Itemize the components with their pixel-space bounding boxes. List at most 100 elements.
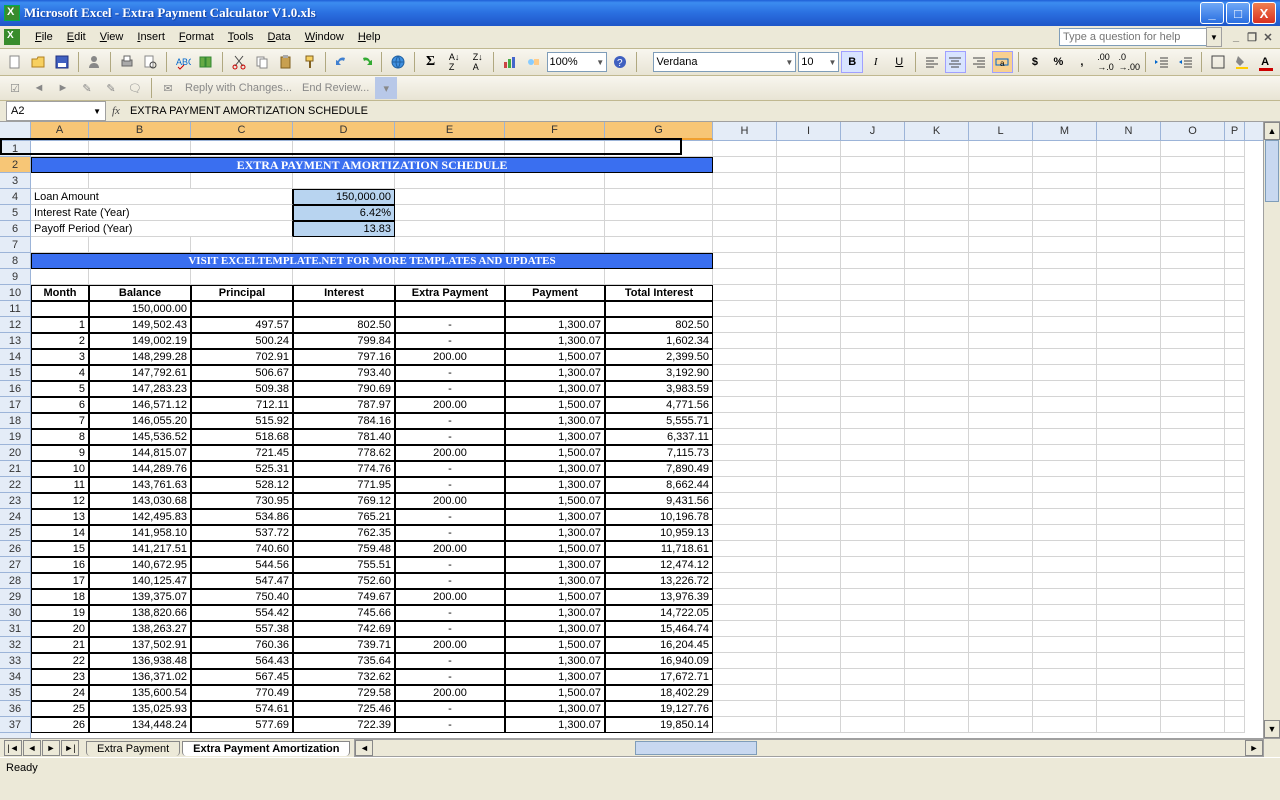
menu-insert[interactable]: Insert: [130, 29, 172, 45]
undo-button[interactable]: [331, 51, 353, 73]
fx-icon[interactable]: fx: [106, 105, 126, 117]
print-preview-button[interactable]: [140, 51, 162, 73]
menu-format[interactable]: Format: [172, 29, 221, 45]
open-button[interactable]: [28, 51, 50, 73]
hscroll-thumb[interactable]: [635, 741, 757, 755]
end-review-button[interactable]: End Review...: [298, 82, 373, 94]
column-headers[interactable]: ABCDEFGHIJKLMNOP: [31, 122, 1263, 141]
menu-view[interactable]: View: [93, 29, 131, 45]
borders-button[interactable]: [1207, 51, 1229, 73]
name-box[interactable]: A2▼: [6, 101, 106, 121]
bold-button[interactable]: B: [841, 51, 863, 73]
increase-indent-button[interactable]: [1175, 51, 1197, 73]
currency-button[interactable]: $: [1024, 51, 1046, 73]
status-bar: Ready: [0, 757, 1280, 778]
decrease-indent-button[interactable]: [1151, 51, 1173, 73]
sheet-tab-amortization[interactable]: Extra Payment Amortization: [182, 741, 350, 756]
align-left-button[interactable]: [921, 51, 943, 73]
new-button[interactable]: [4, 51, 26, 73]
doc-icon[interactable]: [4, 29, 20, 45]
font-color-button[interactable]: A: [1254, 51, 1276, 73]
help-button[interactable]: ?: [609, 51, 631, 73]
send-mail-button[interactable]: ✉: [157, 77, 179, 99]
cut-button[interactable]: [228, 51, 250, 73]
zoom-combo[interactable]: 100%▼: [547, 52, 608, 72]
menu-window[interactable]: Window: [298, 29, 351, 45]
select-all-corner[interactable]: [0, 122, 31, 141]
redo-button[interactable]: [355, 51, 377, 73]
help-dropdown-icon[interactable]: ▼: [1206, 27, 1222, 47]
reviewing-toolbar: ☑ ◄ ► ✎ ✎ 🗨 ✉ Reply with Changes... End …: [0, 76, 1280, 101]
research-button[interactable]: [196, 51, 218, 73]
menu-file[interactable]: File: [28, 29, 60, 45]
paste-button[interactable]: [275, 51, 297, 73]
scroll-right-button[interactable]: ►: [1245, 740, 1263, 756]
vertical-scrollbar[interactable]: ▲ ▼: [1263, 122, 1280, 738]
increase-decimal-button[interactable]: .00→.0: [1095, 51, 1117, 73]
window-close-button[interactable]: X: [1252, 2, 1276, 24]
save-button[interactable]: [51, 51, 73, 73]
reply-changes-button[interactable]: Reply with Changes...: [181, 82, 296, 94]
print-button[interactable]: [116, 51, 138, 73]
tab-nav-last-button[interactable]: ►|: [61, 740, 79, 756]
decrease-decimal-button[interactable]: .0→.00: [1118, 51, 1140, 73]
autosum-button[interactable]: Σ: [420, 51, 442, 73]
drawing-button[interactable]: [523, 51, 545, 73]
window-minimize-button[interactable]: _: [1200, 2, 1224, 24]
permission-button[interactable]: [84, 51, 106, 73]
align-right-button[interactable]: [968, 51, 990, 73]
doc-minimize-button[interactable]: _: [1229, 30, 1243, 44]
align-center-button[interactable]: [945, 51, 967, 73]
vscroll-thumb[interactable]: [1265, 140, 1279, 202]
window-maximize-button[interactable]: □: [1226, 2, 1250, 24]
menu-tools[interactable]: Tools: [221, 29, 261, 45]
chart-wizard-button[interactable]: [499, 51, 521, 73]
underline-button[interactable]: U: [888, 51, 910, 73]
horizontal-scrollbar[interactable]: ◄ ►: [354, 739, 1264, 757]
doc-close-button[interactable]: ✕: [1261, 30, 1275, 44]
menu-help[interactable]: Help: [351, 29, 388, 45]
menu-data[interactable]: Data: [260, 29, 297, 45]
copy-button[interactable]: [252, 51, 274, 73]
previous-change-button[interactable]: ◄: [28, 77, 50, 99]
tab-nav-prev-button[interactable]: ◄: [23, 740, 41, 756]
sort-asc-button[interactable]: A↓Z: [443, 51, 465, 73]
font-combo[interactable]: Verdana▼: [653, 52, 796, 72]
percent-button[interactable]: %: [1048, 51, 1070, 73]
italic-button[interactable]: I: [865, 51, 887, 73]
doc-restore-button[interactable]: ❐: [1245, 30, 1259, 44]
next-change-button[interactable]: ►: [52, 77, 74, 99]
accept-change-button[interactable]: ✎: [76, 77, 98, 99]
hyperlink-button[interactable]: [387, 51, 409, 73]
window-title: Microsoft Excel - Extra Payment Calculat…: [24, 5, 316, 21]
comma-button[interactable]: ,: [1071, 51, 1093, 73]
merge-center-button[interactable]: a: [992, 51, 1014, 73]
toolbar-options-button[interactable]: ▾: [375, 77, 397, 99]
sheet-tab-extra-payment[interactable]: Extra Payment: [86, 741, 180, 756]
standard-toolbar: ABC Σ A↓Z Z↓A 100%▼ ? Verdana▼ 10▼ B I U…: [0, 49, 1280, 76]
sheet-tab-bar: |◄ ◄ ► ►| Extra Payment Extra Payment Am…: [0, 738, 1280, 757]
menu-bar: FileEditViewInsertFormatToolsDataWindowH…: [0, 26, 1280, 49]
svg-text:a: a: [1000, 59, 1005, 68]
spelling-button[interactable]: ABC: [172, 51, 194, 73]
row-headers[interactable]: 1234567891011121314151617181920212223242…: [0, 141, 31, 738]
cell-grid[interactable]: EXTRA PAYMENT AMORTIZATION SCHEDULELoan …: [31, 141, 1263, 738]
insert-comment-button[interactable]: 🗨: [124, 77, 146, 99]
fill-color-button[interactable]: [1231, 51, 1253, 73]
font-size-combo[interactable]: 10▼: [798, 52, 839, 72]
scroll-left-button[interactable]: ◄: [355, 740, 373, 756]
reject-change-button[interactable]: ✎: [100, 77, 122, 99]
app-icon: [4, 5, 20, 21]
formula-bar: A2▼ fx EXTRA PAYMENT AMORTIZATION SCHEDU…: [0, 101, 1280, 122]
sort-desc-button[interactable]: Z↓A: [467, 51, 489, 73]
formula-input[interactable]: EXTRA PAYMENT AMORTIZATION SCHEDULE: [126, 105, 1280, 117]
menu-edit[interactable]: Edit: [60, 29, 93, 45]
scroll-up-button[interactable]: ▲: [1264, 122, 1280, 140]
tab-nav-first-button[interactable]: |◄: [4, 740, 22, 756]
format-painter-button[interactable]: [299, 51, 321, 73]
status-text: Ready: [6, 762, 38, 774]
tab-nav-next-button[interactable]: ►: [42, 740, 60, 756]
help-search-input[interactable]: [1059, 28, 1207, 46]
scroll-down-button[interactable]: ▼: [1264, 720, 1280, 738]
show-changes-button[interactable]: ☑: [4, 77, 26, 99]
